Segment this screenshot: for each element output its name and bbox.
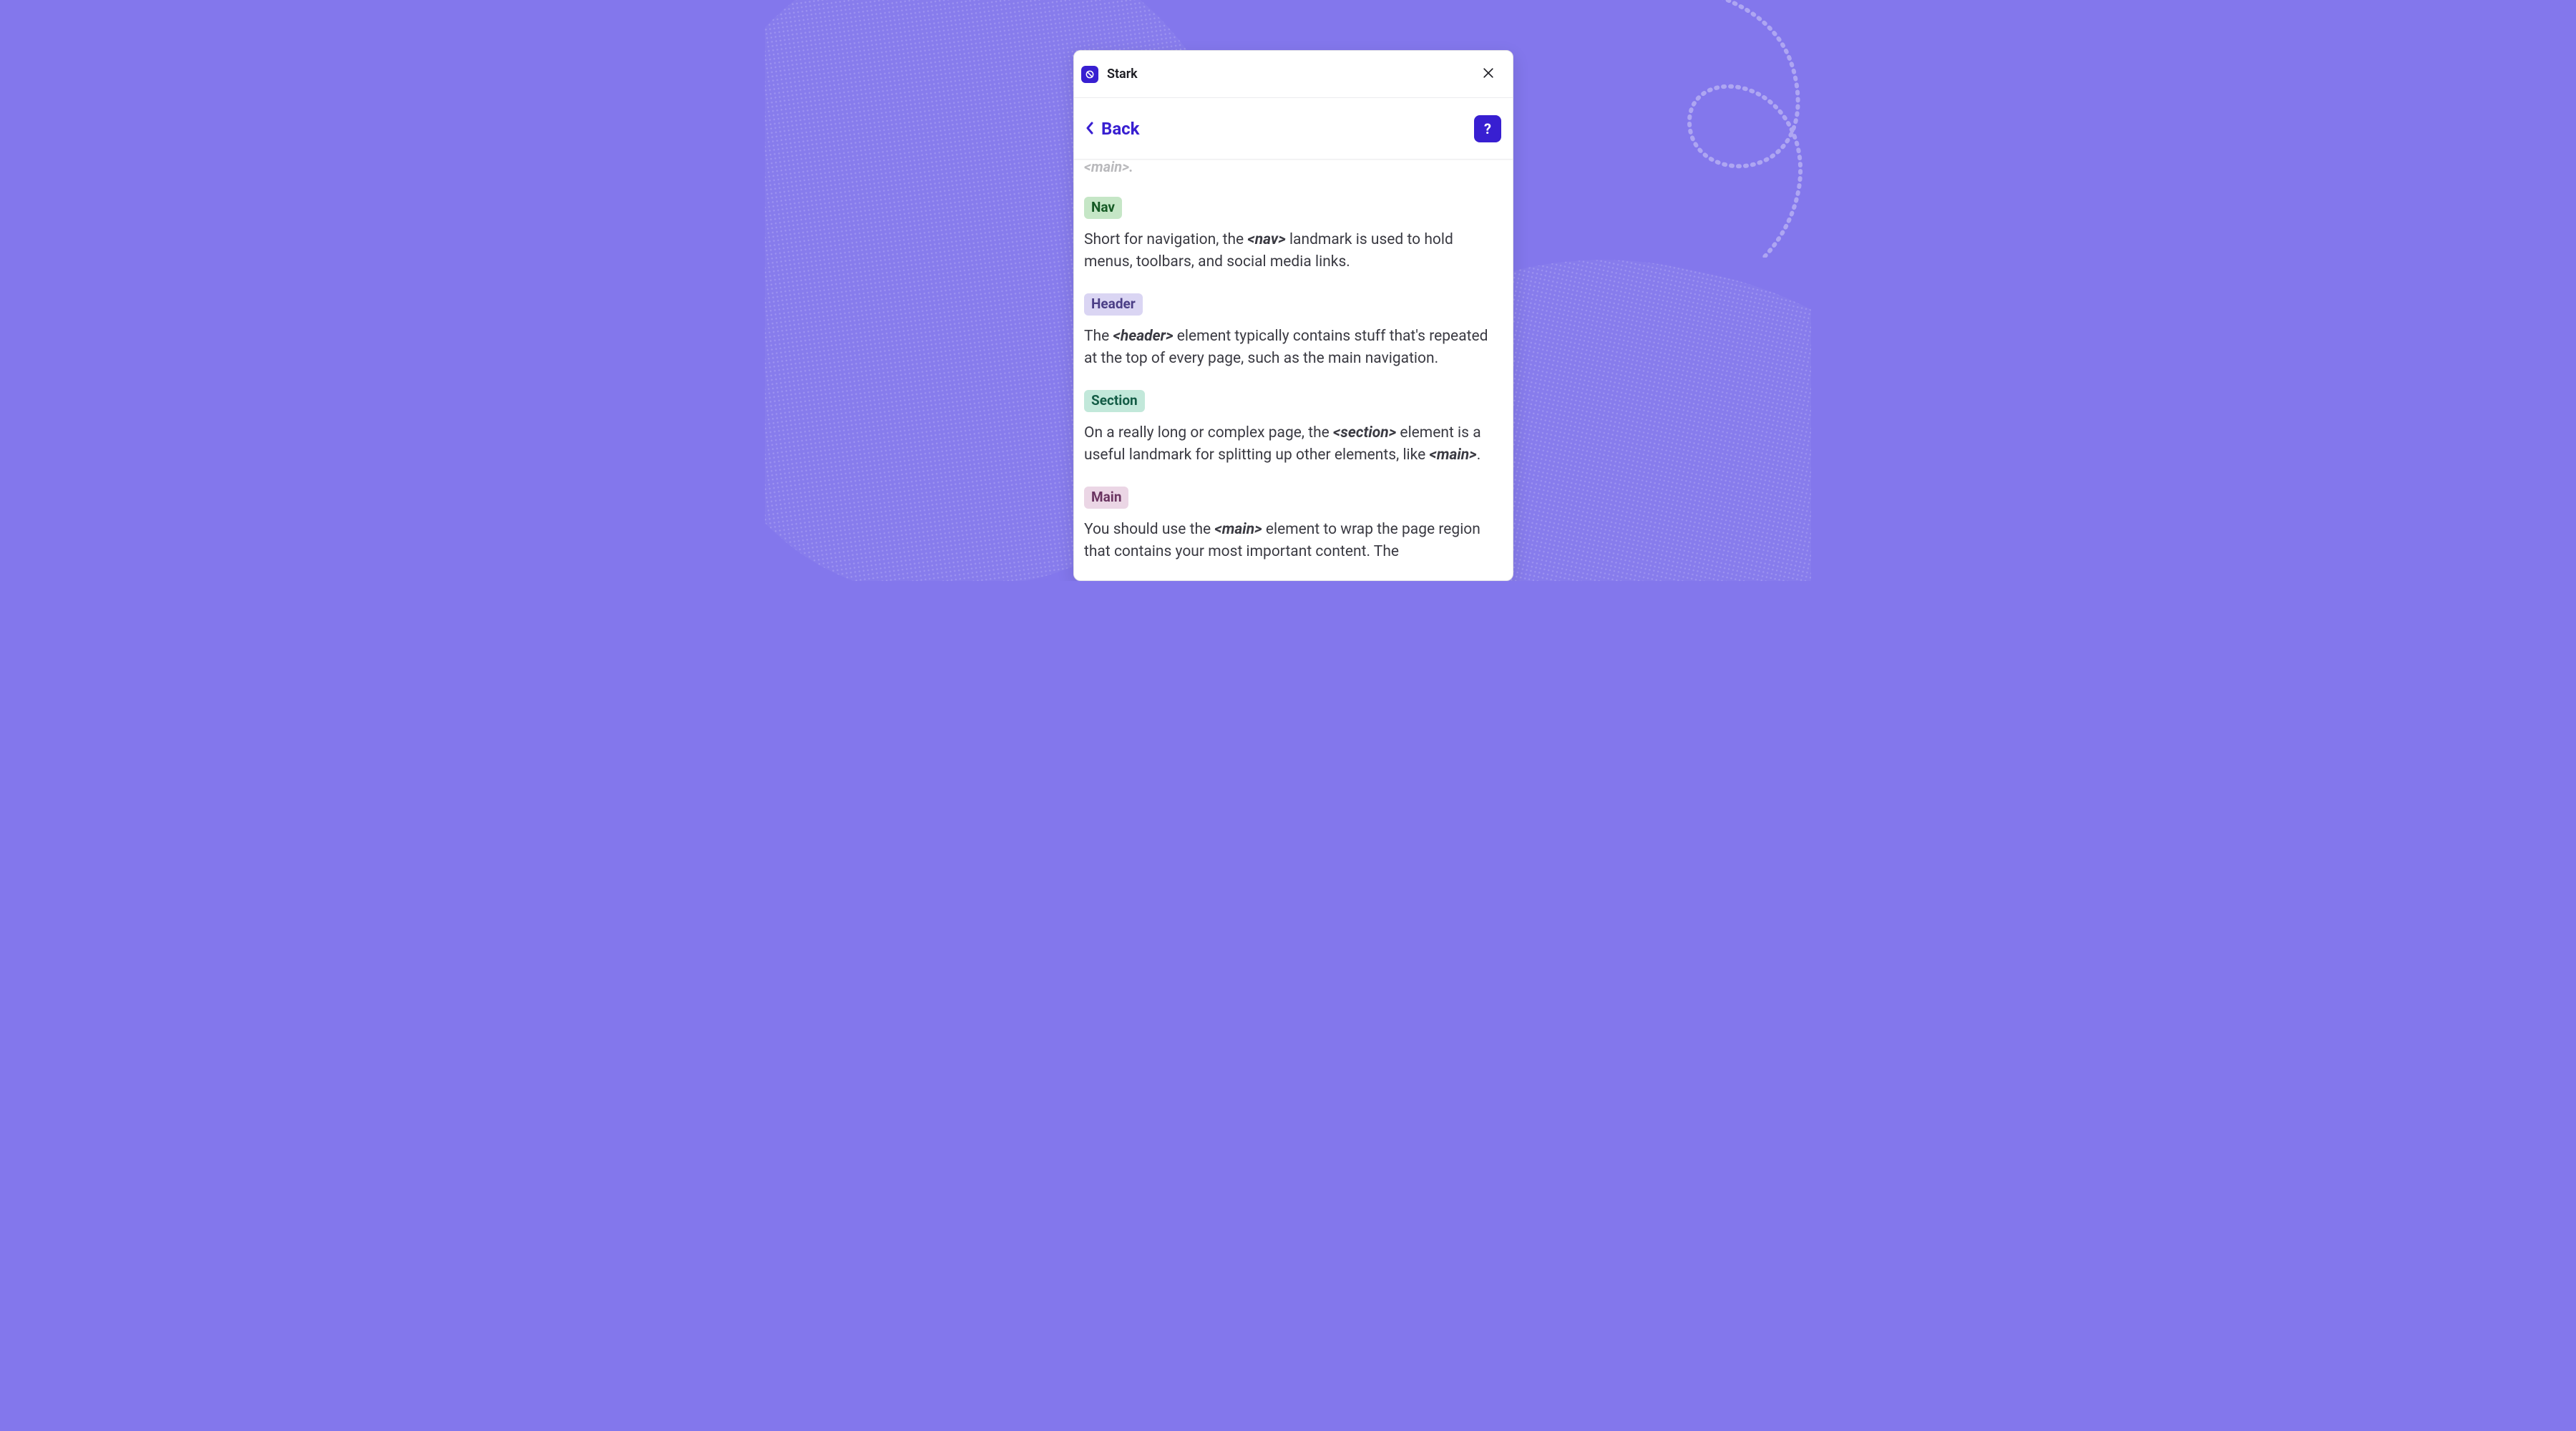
content-scroll[interactable]: <main>. Nav Short for navigation, the <n…: [1074, 160, 1513, 580]
close-button[interactable]: [1475, 62, 1501, 87]
app-title: Stark: [1107, 67, 1138, 82]
desc-section: On a really long or complex page, the <s…: [1084, 422, 1493, 467]
partial-text: <main>.: [1084, 160, 1133, 175]
close-icon: [1481, 66, 1496, 83]
tag-main: Main: [1084, 487, 1128, 509]
desc-header: The <header> element typically contains …: [1084, 326, 1493, 370]
tag-nav: Nav: [1084, 197, 1122, 219]
help-button[interactable]: ?: [1474, 115, 1501, 142]
landmark-entry-nav: Nav Short for navigation, the <nav> land…: [1084, 197, 1493, 273]
landmark-entry-main: Main You should use the <main> element t…: [1084, 487, 1493, 563]
desc-nav: Short for navigation, the <nav> landmark…: [1084, 229, 1493, 273]
landmark-entry-header: Header The <header> element typically co…: [1084, 293, 1493, 370]
back-label: Back: [1101, 119, 1139, 139]
landmark-entry-section: Section On a really long or complex page…: [1084, 390, 1493, 467]
chevron-left-icon: [1085, 119, 1094, 139]
stark-logo-icon: [1081, 66, 1098, 83]
app-stage: Stark Back: [765, 0, 1811, 581]
tag-section: Section: [1084, 390, 1145, 412]
back-button[interactable]: Back: [1081, 116, 1143, 142]
stark-panel: Stark Back: [1073, 50, 1513, 581]
titlebar: Stark: [1074, 51, 1513, 98]
partial-previous-entry: <main>.: [1084, 160, 1493, 177]
help-icon: ?: [1484, 120, 1491, 137]
desc-main: You should use the <main> element to wra…: [1084, 519, 1493, 563]
tag-header: Header: [1084, 293, 1143, 316]
toolbar: Back ?: [1074, 98, 1513, 160]
decorative-loop: [1539, 0, 1811, 258]
